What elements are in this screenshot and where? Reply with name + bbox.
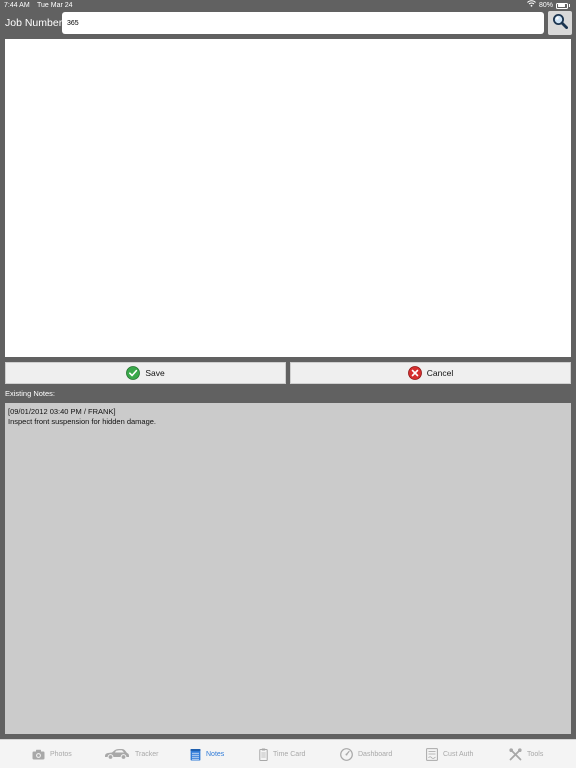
tab-photos-label: Photos bbox=[50, 750, 72, 758]
status-right: 80% bbox=[527, 0, 570, 11]
tab-tracker[interactable]: Tracker bbox=[104, 747, 158, 761]
cancel-button[interactable]: Cancel bbox=[290, 362, 571, 384]
note-text-area[interactable] bbox=[5, 39, 571, 357]
camera-icon bbox=[32, 749, 45, 760]
cancel-label: Cancel bbox=[426, 368, 454, 378]
save-label: Save bbox=[145, 368, 165, 378]
tab-tools[interactable]: Tools bbox=[509, 747, 543, 761]
battery-level bbox=[557, 4, 565, 7]
existing-notes-label: Existing Notes: bbox=[5, 389, 56, 398]
status-time: 7:44 AM bbox=[4, 2, 30, 9]
status-date: Tue Mar 24 bbox=[37, 2, 73, 9]
note-entry-header: [09/01/2012 03:40 PM / FRANK] bbox=[8, 407, 116, 416]
car-icon bbox=[104, 748, 130, 760]
tab-time-card-label: Time Card bbox=[273, 750, 306, 758]
job-number-label: Job Number bbox=[5, 17, 63, 29]
tab-photos[interactable]: Photos bbox=[32, 747, 72, 761]
tools-icon bbox=[509, 747, 522, 761]
search-button[interactable] bbox=[548, 11, 572, 35]
x-circle-icon bbox=[407, 366, 422, 380]
tab-bar: Photos Tracker Notes Time Card Dashboard… bbox=[0, 739, 576, 768]
gauge-icon bbox=[340, 747, 353, 761]
battery-percent: 80% bbox=[538, 2, 553, 9]
tab-notes[interactable]: Notes bbox=[190, 747, 224, 761]
battery-cap bbox=[569, 4, 570, 7]
tab-cust-auth[interactable]: Cust Auth bbox=[426, 747, 473, 761]
battery-icon bbox=[556, 2, 568, 9]
check-circle-icon bbox=[126, 366, 141, 380]
save-button[interactable]: Save bbox=[5, 362, 286, 384]
timecard-icon bbox=[259, 748, 268, 761]
tab-dashboard[interactable]: Dashboard bbox=[340, 747, 392, 761]
notepad-icon bbox=[190, 748, 201, 761]
existing-notes-panel: [09/01/2012 03:40 PM / FRANK] Inspect fr… bbox=[5, 403, 571, 734]
tab-notes-label: Notes bbox=[206, 750, 225, 758]
magnifier-icon bbox=[552, 13, 569, 34]
tab-dashboard-label: Dashboard bbox=[358, 750, 393, 758]
tab-tracker-label: Tracker bbox=[135, 750, 159, 758]
app-root: 7:44 AM Tue Mar 24 80% Job Number 365 Sa… bbox=[0, 0, 576, 768]
note-entry: [09/01/2012 03:40 PM / FRANK] Inspect fr… bbox=[8, 407, 568, 426]
note-entry-text: Inspect front suspension for hidden dama… bbox=[8, 416, 157, 426]
status-bar: 7:44 AM Tue Mar 24 80% bbox=[0, 0, 576, 11]
wifi-icon bbox=[527, 0, 536, 11]
tab-cust-auth-label: Cust Auth bbox=[443, 750, 474, 758]
tab-tools-label: Tools bbox=[527, 750, 544, 758]
document-icon bbox=[426, 747, 438, 761]
job-number-input[interactable] bbox=[62, 12, 544, 34]
tab-time-card[interactable]: Time Card bbox=[259, 747, 305, 761]
